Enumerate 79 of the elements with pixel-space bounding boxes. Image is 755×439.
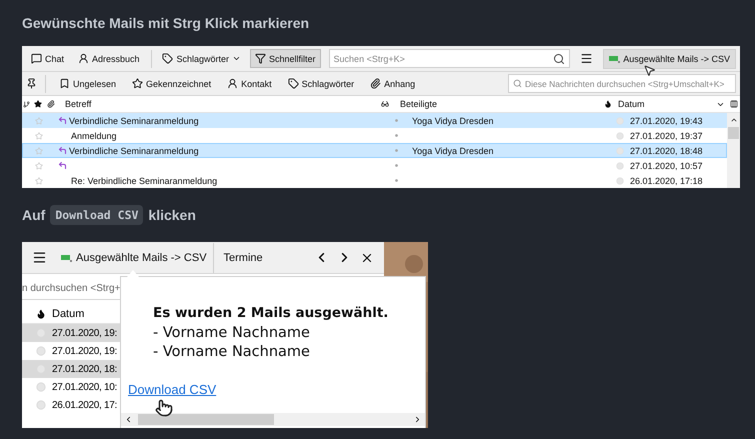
flame-icon[interactable] [36,308,46,318]
name-text: - Vorname Nachname [153,324,311,343]
scroll-thumb[interactable] [138,414,274,425]
column-header[interactable]: Betreff [57,99,377,109]
scroll-left-icon[interactable] [124,415,133,424]
name-text: - Vorname Nachname [153,343,311,362]
date-text: 27.01.2020, 19: [52,328,118,338]
quick-filter-button[interactable]: Schnellfilter [250,49,321,68]
horizontal-scrollbar[interactable] [121,413,425,426]
star-icon [132,78,144,89]
date-text: 26.01.2020, 17: [52,400,118,410]
date-text: 26.01.2020, 17:18 [629,176,704,186]
paperclip-icon [370,78,382,89]
message-row[interactable]: Verbindliche Seminaranmeldung Yoga Vidya Dresden 27.01.2020, 19:43 [22,113,727,128]
pin-icon[interactable] [26,78,37,89]
menu-icon[interactable] [580,52,594,65]
search-icon [513,79,522,88]
scroll-right-icon[interactable] [413,415,422,424]
flagged-filter-button[interactable]: Gekennzeichnet [127,74,216,93]
scrollbar[interactable] [727,113,740,188]
junk-dot-icon[interactable] [36,400,46,410]
chat-button[interactable]: Chat [26,49,70,68]
popup-title: Es wurden 2 Mails ausgewählt. [153,305,390,321]
junk-dot-icon[interactable] [36,382,46,392]
date-text: 27.01.2020, 18:48 [629,146,704,156]
spreadsheet-icon [61,254,72,262]
unread-filter-button[interactable]: Ungelesen [54,74,122,93]
scroll-up-icon[interactable] [730,116,738,124]
column-header[interactable]: Datum [614,99,714,109]
tag-icon [162,53,174,64]
tags-filter-button[interactable]: Schlagwörter [282,74,360,93]
menu-icon[interactable] [32,250,47,265]
scroll-thumb[interactable] [728,127,739,139]
junk-dot-icon[interactable] [36,346,46,356]
date-text: 27.01.2020, 10: [52,382,118,392]
contact-filter-button[interactable]: Kontakt [222,74,277,93]
export-csv-button[interactable]: Ausgewählte Mails -> CSV [603,48,736,68]
search-icon [553,52,566,64]
subject-text: Re: Verbindliche Seminaranmeldung [71,176,218,186]
junk-dot-icon[interactable] [614,162,626,170]
attachment-filter-button[interactable]: Anhang [365,74,420,93]
date-text: 27.01.2020, 18: [52,364,118,374]
junk-dot-icon[interactable] [614,132,626,140]
tags-button[interactable]: Schlagwörter [157,49,246,68]
date-text: 27.01.2020, 19:37 [629,130,704,140]
message-row[interactable]: Verbindliche Seminaranmeldung Yoga Vidya Dresden 27.01.2020, 18:48 [22,143,727,158]
date-text: 27.01.2020, 19:43 [629,116,704,126]
tag-icon [288,78,299,89]
date-text: 27.01.2020, 19: [52,346,118,356]
export-csv-button[interactable]: Ausgewählte Mails -> CSV [55,242,214,272]
filter-icon [255,53,266,64]
person-icon [78,53,90,64]
subject-text: Anmeldung [71,130,117,140]
panel-title: Termine [222,252,264,264]
bookmark-icon [59,78,70,89]
message-search-field[interactable]: Diese Nachrichten durchsuchen <Strg+Umschalt+K> [508,74,736,93]
junk-dot-icon[interactable] [614,116,626,124]
thread-icon[interactable] [22,100,30,108]
subject-text: Verbindliche Seminaranmeldung [69,146,199,156]
section-heading: Gewünschte Mails mit Strg Klick markieren [22,14,310,33]
hand-cursor-icon [155,399,173,417]
download-link[interactable]: Download CSV [128,382,216,397]
date-text: 27.01.2020, 10:57 [629,160,704,170]
address-book-button[interactable]: Adressbuch [73,49,145,68]
column-header[interactable]: Beteiligte [392,99,602,109]
column-header[interactable]: Datum [52,308,84,320]
correspondent-text: Yoga Vidya Dresden [412,146,494,156]
search-field[interactable]: Suchen <Strg+K> [328,49,570,68]
person-icon [227,78,238,89]
spreadsheet-icon [609,54,620,62]
junk-dot-icon[interactable] [614,146,626,154]
mouse-cursor-icon [643,64,656,77]
correspondent-text: Yoga Vidya Dresden [412,116,494,126]
subject-text: Verbindliche Seminaranmeldung [69,116,199,126]
section-heading: Auf Download CSV klicken [22,204,197,227]
paperclip-icon[interactable] [45,100,57,108]
chevron-down-icon [232,54,242,63]
chat-bubble-icon [31,53,42,64]
junk-dot-icon[interactable] [614,176,626,184]
